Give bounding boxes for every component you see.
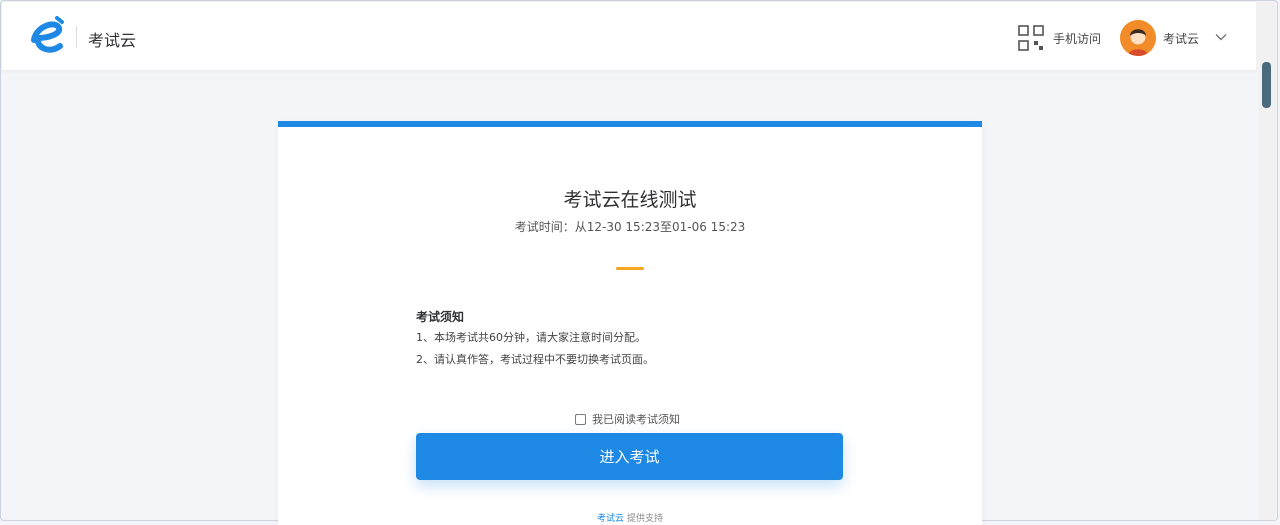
avatar-icon: [1120, 20, 1156, 56]
top-header: 考试云 手机访问 考试云: [2, 2, 1256, 70]
footer-credit: 考试云 提供支持: [278, 511, 982, 524]
exam-title: 考试云在线测试: [563, 189, 697, 211]
logo-e-icon[interactable]: [26, 14, 66, 56]
enter-exam-button[interactable]: 进入考试: [416, 433, 843, 480]
scrollbar-thumb[interactable]: [1262, 62, 1271, 108]
agree-label[interactable]: 我已阅读考试须知: [592, 411, 680, 427]
accent-divider: [616, 267, 644, 270]
exam-card: 考试云在线测试 考试时间：从12-30 15:23至01-06 15:23 考试…: [278, 121, 982, 525]
qr-code-icon[interactable]: [1018, 25, 1044, 51]
mobile-access-link[interactable]: 手机访问: [1053, 30, 1101, 47]
exam-time: 考试时间：从12-30 15:23至01-06 15:23: [278, 218, 982, 235]
user-name[interactable]: 考试云: [1163, 30, 1199, 47]
notice-title: 考试须知: [416, 310, 465, 324]
agree-checkbox[interactable]: [575, 413, 586, 425]
agree-checkbox-row[interactable]: 我已阅读考试须知: [575, 411, 680, 427]
chevron-down-icon[interactable]: [1214, 30, 1228, 44]
exam-time-range: 从12-30 15:23至01-06 15:23: [574, 220, 746, 234]
brand-name: 考试云: [88, 31, 137, 50]
exam-time-label: 考试时间：: [514, 220, 575, 234]
notice-item: 1、本场考试共60分钟，请大家注意时间分配。: [416, 331, 646, 344]
notice-item: 2、请认真作答，考试过程中不要切换考试页面。: [416, 353, 654, 366]
logo-divider: [76, 26, 77, 48]
avatar[interactable]: [1120, 20, 1156, 56]
